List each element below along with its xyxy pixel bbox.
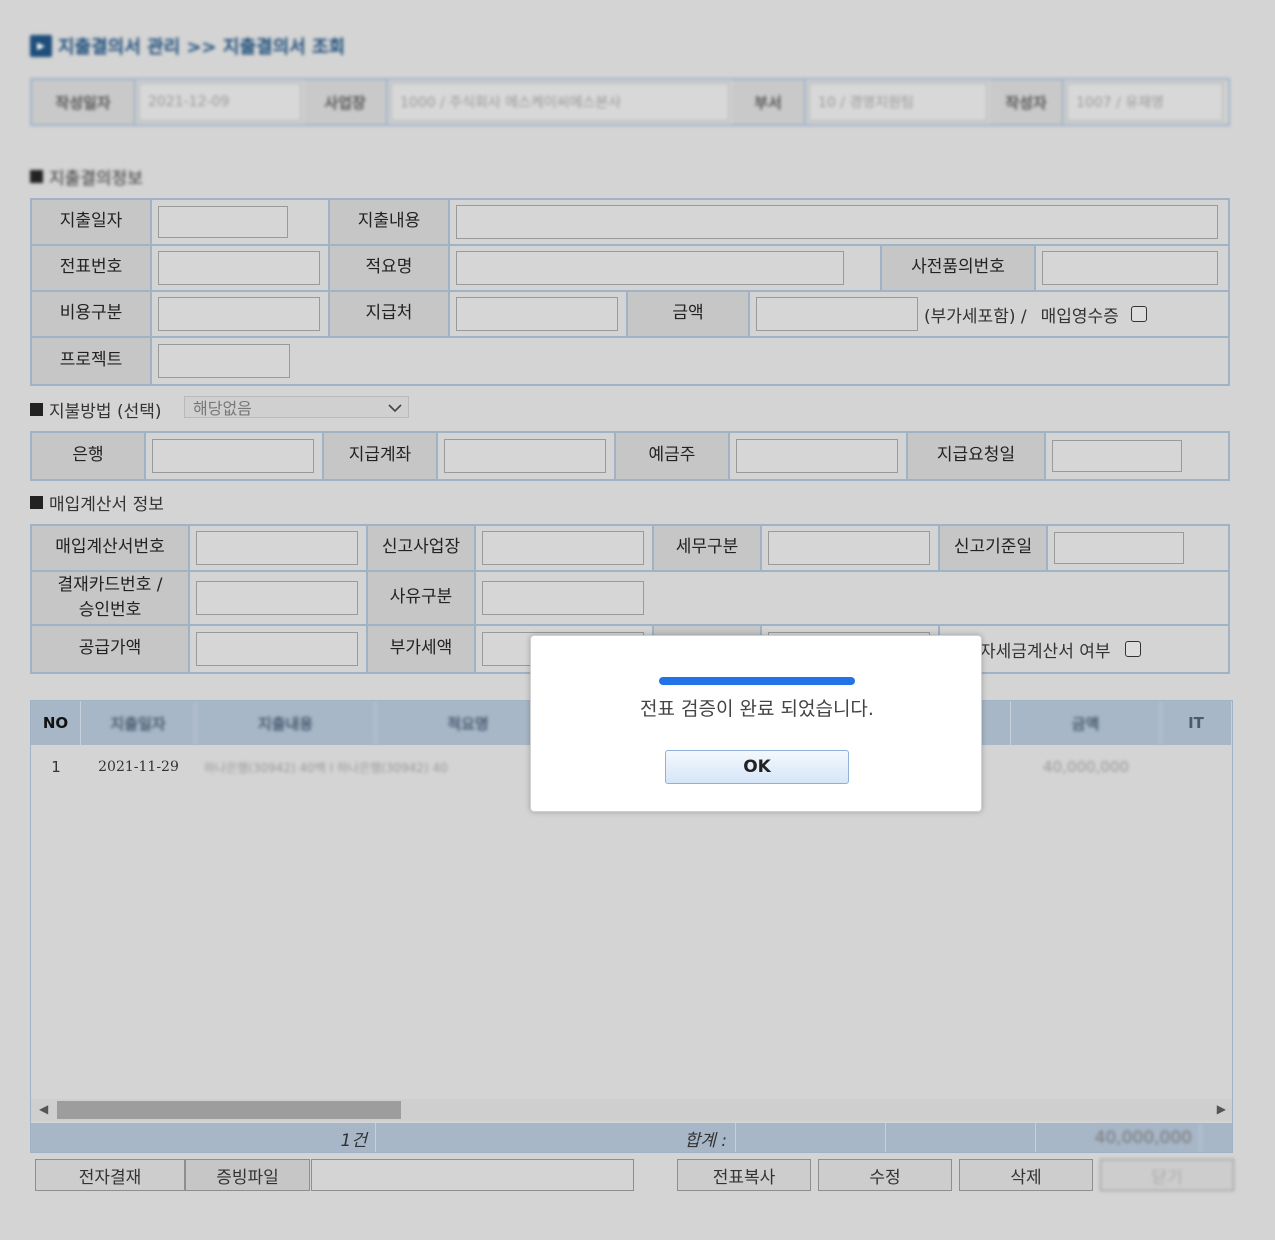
amount-label: 금액 [628,292,750,336]
payee-label: 지급처 [330,292,450,336]
tax-type-input[interactable] [768,531,930,565]
card-no-input[interactable] [196,581,358,615]
invoice-no-input[interactable] [196,531,358,565]
tax-type-label: 세무구분 [654,526,762,570]
vat-note: (부가세포함) / [924,306,1027,327]
expense-info-heading: 지출결의정보 [30,164,143,189]
writer-value: 1007 / 유재영 [1066,82,1224,122]
delete-button[interactable]: 삭제 [959,1159,1093,1191]
written-date-value: 2021-12-09 [138,82,302,122]
col-amount[interactable]: 금액 [1011,701,1161,745]
square-bullet-icon [30,403,43,416]
spend-content-input[interactable] [456,205,1218,239]
pre-approval-input[interactable] [1042,251,1218,285]
written-date-label: 작성일자 [32,80,136,124]
bank-label: 은행 [32,433,146,479]
col-content[interactable]: 지출내용 [196,701,376,745]
dialog-message: 전표 검증이 완료 되었습니다. [640,698,874,720]
dialog-accent-bar [659,677,855,685]
department-label: 부서 [732,80,806,124]
workplace-value: 1000 / 주식회사 에스케이씨에스본사 [390,82,730,122]
row-no: 1 [51,758,61,776]
payment-method-select[interactable]: 해당없음 [184,396,409,418]
department-value: 10 / 경영지원팀 [808,82,988,122]
report-date-label: 신고기준일 [940,526,1048,570]
header-info-bar: 작성일자 2021-12-09 사업장 1000 / 주식회사 에스케이씨에스본… [30,78,1230,126]
card-no-label: 결재카드번호 / 승인번호 [32,572,190,624]
bank-input[interactable] [152,439,314,473]
report-biz-label: 신고사업장 [368,526,476,570]
ok-button[interactable]: OK [665,750,849,784]
square-bullet-icon [30,496,43,509]
square-bullet-icon [30,170,43,183]
invoice-no-label: 매입계산서번호 [32,526,190,570]
receipt-checkbox[interactable] [1130,306,1147,322]
request-date-input[interactable] [1052,440,1182,472]
row-content: 하나은행(30942) 40백 I 하나은행(30942) 40 [204,760,448,775]
chevron-down-icon [388,398,402,417]
row-date: 2021-11-29 [98,759,179,775]
spend-date-label: 지출일자 [32,200,152,244]
expense-info-form: 지출일자 지출내용 전표번호 적요명 사전품의번호 비용구분 지급처 금액 (부… [30,198,1230,386]
e-tax-label: 자세금계산서 여부 [980,641,1111,662]
supply-amount-label: 공급가액 [32,626,190,672]
voucher-no-input[interactable] [158,251,320,285]
account-input[interactable] [444,439,606,473]
horizontal-scrollbar[interactable]: ◀ ▶ [31,1099,1232,1121]
spend-content-label: 지출내용 [330,200,450,244]
scroll-right-icon[interactable]: ▶ [1217,1102,1226,1116]
pre-approval-label: 사전품의번호 [882,246,1036,290]
col-no[interactable]: NO [31,701,81,745]
account-label: 지급계좌 [324,433,438,479]
invoice-heading: 매입계산서 정보 [30,490,164,515]
payment-heading: 지불방법 (선택) [30,397,162,422]
table-footer: 1건 합계 : 40,000,000 [31,1123,1232,1152]
summary-input[interactable] [456,251,844,285]
voucher-no-label: 전표번호 [32,246,152,290]
col-date[interactable]: 지출일자 [81,701,196,745]
close-button[interactable]: 닫기 [1100,1159,1234,1191]
footer-count: 1건 [31,1123,376,1152]
alert-dialog: 전표 검증이 완료 되었습니다. OK [530,635,982,812]
cost-type-input[interactable] [158,297,320,331]
workplace-label: 사업장 [304,80,388,124]
scroll-thumb[interactable] [57,1101,401,1119]
col-more[interactable]: IT [1161,701,1232,745]
page-title-text: 지출결의서 관리 >> 지출결의서 조회 [58,37,346,58]
holder-input[interactable] [736,439,898,473]
footer-total: 40,000,000 [1036,1123,1201,1152]
receipt-label: 매입영수증 [1040,306,1119,327]
approve-button[interactable]: 전자결재 [35,1159,185,1191]
evidence-file-field[interactable] [311,1159,634,1191]
payment-form: 은행 지급계좌 예금주 지급요청일 [30,431,1230,481]
request-date-label: 지급요청일 [908,433,1046,479]
report-biz-input[interactable] [482,531,644,565]
page-title: ▶ 지출결의서 관리 >> 지출결의서 조회 [30,33,345,59]
report-date-input[interactable] [1054,532,1184,564]
supply-amount-input[interactable] [196,632,358,666]
project-input[interactable] [158,344,290,378]
footer-total-label: 합계 : [376,1123,736,1152]
scroll-left-icon[interactable]: ◀ [39,1102,48,1116]
title-square-icon: ▶ [30,35,52,57]
reason-label: 사유구분 [368,572,476,624]
holder-label: 예금주 [616,433,730,479]
edit-button[interactable]: 수정 [818,1159,952,1191]
summary-label: 적요명 [330,246,450,290]
reason-input[interactable] [482,581,644,615]
evidence-button[interactable]: 증빙파일 [185,1159,310,1191]
amount-input[interactable] [756,297,918,331]
cost-type-label: 비용구분 [32,292,152,336]
spend-date-input[interactable] [158,206,288,238]
copy-voucher-button[interactable]: 전표복사 [677,1159,811,1191]
payee-input[interactable] [456,297,618,331]
row-amount: 40,000,000 [1043,758,1129,776]
vat-amount-label: 부가세액 [368,626,476,672]
project-label: 프로젝트 [32,338,152,384]
writer-label: 작성자 [990,80,1064,124]
e-tax-checkbox[interactable] [1124,641,1141,657]
